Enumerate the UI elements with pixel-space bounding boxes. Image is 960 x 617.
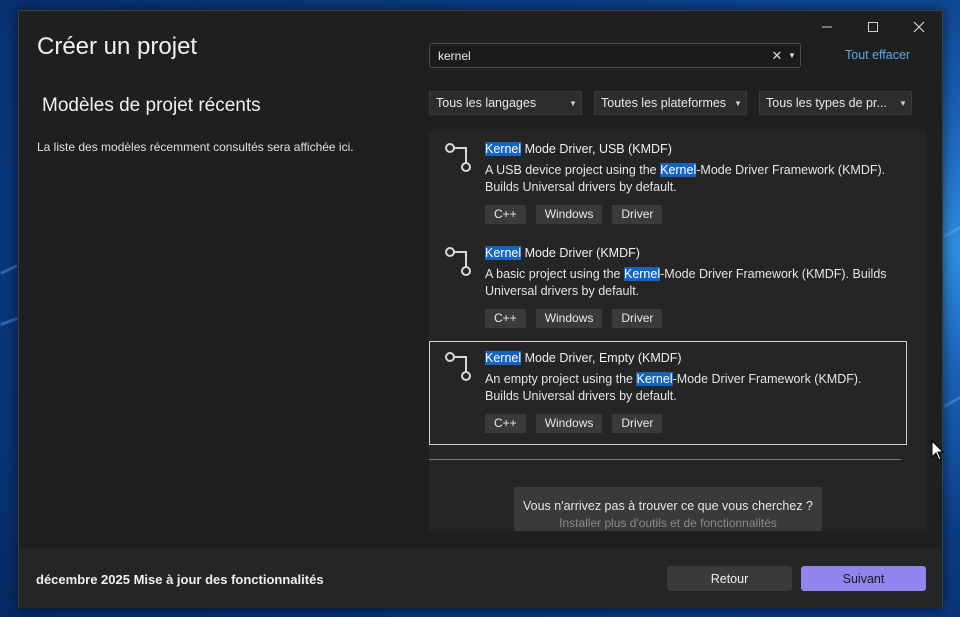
driver-template-icon [445,143,471,172]
clear-search-icon[interactable]: ✕ [770,48,784,64]
chevron-down-icon: ▼ [569,98,577,108]
results-divider [429,459,901,460]
platform-filter[interactable]: Toutes les plateformes ▼ [594,91,747,115]
tag-language: C++ [485,205,526,224]
project-type-filter-label: Tous les types de pr... [766,96,887,110]
tag-platform: Windows [535,309,603,328]
wallpaper-streak [0,317,18,326]
template-tags: C++ Windows Driver [485,414,663,433]
window-controls [804,11,942,43]
recent-templates-heading: Modèles de projet récents [42,95,261,116]
template-item-selected[interactable]: Kernel Mode Driver, Empty (KMDF) An empt… [429,341,907,445]
tag-language: C++ [485,414,526,433]
feature-update-label: décembre 2025 Mise à jour des fonctionna… [36,572,324,587]
tag-type: Driver [612,205,663,224]
dialog-footer: décembre 2025 Mise à jour des fonctionna… [19,548,942,608]
close-button[interactable] [896,11,942,43]
driver-template-icon [445,352,471,381]
minimize-icon [822,26,832,28]
recent-templates-empty-text: La liste des modèles récemment consultés… [37,140,354,154]
platform-filter-label: Toutes les plateformes [601,96,727,110]
wallpaper-streak [943,225,960,238]
page-title: Créer un projet [37,33,198,60]
template-results-list: Kernel Mode Driver, USB (KMDF) A USB dev… [429,131,926,531]
clear-all-link[interactable]: Tout effacer [845,48,910,62]
template-item[interactable]: Kernel Mode Driver, USB (KMDF) A USB dev… [429,131,907,235]
template-name: Kernel Mode Driver, Empty (KMDF) [485,351,682,365]
create-project-dialog: Créer un projet Modèles de projet récent… [18,10,943,608]
project-type-filter[interactable]: Tous les types de pr... ▼ [759,91,912,115]
driver-template-icon [445,247,471,276]
template-tags: C++ Windows Driver [485,309,663,328]
tag-platform: Windows [535,205,603,224]
minimize-button[interactable] [804,11,850,43]
tag-platform: Windows [535,414,603,433]
maximize-button[interactable] [850,11,896,43]
wallpaper-streak [943,395,960,408]
chevron-down-icon: ▼ [734,98,742,108]
not-found-text: Vous n'arrivez pas à trouver ce que vous… [522,499,814,513]
next-button[interactable]: Suivant [801,566,926,591]
tag-type: Driver [612,414,663,433]
search-history-dropdown-icon[interactable]: ▼ [784,51,800,60]
close-icon [913,21,925,33]
template-description: An empty project using the Kernel-Mode D… [485,372,862,403]
template-description: A USB device project using the Kernel-Mo… [485,163,886,194]
search-box[interactable]: kernel ✕ ▼ [429,43,801,68]
template-name: Kernel Mode Driver (KMDF) [485,246,640,260]
tag-type: Driver [612,309,663,328]
template-name: Kernel Mode Driver, USB (KMDF) [485,142,672,156]
wallpaper-streak [0,264,18,275]
language-filter[interactable]: Tous les langages ▼ [429,91,582,115]
maximize-icon [868,22,878,32]
back-button[interactable]: Retour [667,566,792,591]
search-input[interactable]: kernel [438,49,770,63]
template-item[interactable]: Kernel Mode Driver (KMDF) A basic projec… [429,235,907,339]
install-more-tools-link[interactable]: Installer plus d'outils et de fonctionna… [514,516,822,530]
language-filter-label: Tous les langages [436,96,537,110]
mouse-cursor-icon [931,440,945,461]
template-tags: C++ Windows Driver [485,205,663,224]
template-description: A basic project using the Kernel-Mode Dr… [485,267,887,298]
not-found-panel[interactable]: Vous n'arrivez pas à trouver ce que vous… [514,487,822,531]
chevron-down-icon: ▼ [899,98,907,108]
tag-language: C++ [485,309,526,328]
